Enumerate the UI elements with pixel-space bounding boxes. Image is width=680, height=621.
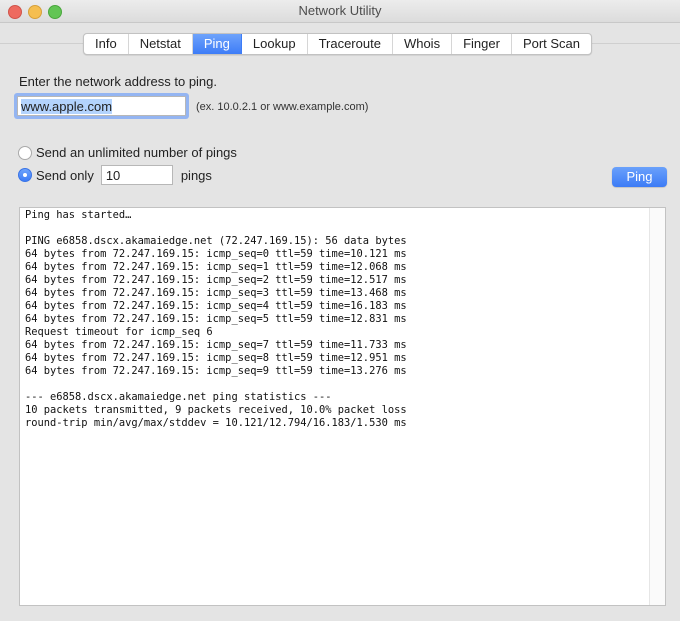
ping-count-input[interactable]: 10 [100,165,173,185]
output-line: 64 bytes from 72.247.169.15: icmp_seq=9 … [25,365,407,377]
unlimited-label: Send an unlimited number of pings [36,145,237,160]
output-line: 64 bytes from 72.247.169.15: icmp_seq=2 … [25,274,407,286]
unlimited-pings-option[interactable]: Send an unlimited number of pings [18,145,237,160]
output-line: 64 bytes from 72.247.169.15: icmp_seq=5 … [25,313,407,325]
tab-netstat[interactable]: Netstat [129,34,193,54]
tab-port-scan[interactable]: Port Scan [512,34,591,54]
output-line: 64 bytes from 72.247.169.15: icmp_seq=0 … [25,248,407,260]
output-scrollbar[interactable] [649,208,665,605]
address-input[interactable]: www.apple.com [17,96,186,116]
output-line: 10 packets transmitted, 9 packets receiv… [25,404,407,416]
address-value: www.apple.com [21,99,113,114]
output-line: 64 bytes from 72.247.169.15: icmp_seq=1 … [25,261,407,273]
output-text: Ping has started… PING e6858.dscx.akamai… [20,208,665,430]
tab-whois[interactable]: Whois [393,34,453,54]
output-line: Ping has started… [25,209,132,221]
output-line: PING e6858.dscx.akamaiedge.net (72.247.1… [25,235,407,247]
output-line: 64 bytes from 72.247.169.15: icmp_seq=8 … [25,352,407,364]
output-line: 64 bytes from 72.247.169.15: icmp_seq=3 … [25,287,407,299]
output-line: Request timeout for icmp_seq 6 [25,326,213,338]
send-only-radio[interactable] [18,168,32,182]
send-only-label: Send only [36,167,94,183]
window-title: Network Utility [298,3,382,18]
ping-output[interactable]: Ping has started… PING e6858.dscx.akamai… [19,207,666,606]
title-bar: Network Utility [0,0,680,23]
tab-traceroute[interactable]: Traceroute [308,34,393,54]
unlimited-radio[interactable] [18,145,32,160]
output-line: round-trip min/avg/max/stddev = 10.121/1… [25,417,407,429]
tab-finger[interactable]: Finger [452,34,512,54]
tab-ping[interactable]: Ping [192,34,242,54]
tab-bar: Info Netstat Ping Lookup Traceroute Whoi… [83,33,593,55]
output-line: 64 bytes from 72.247.169.15: icmp_seq=7 … [25,339,407,351]
send-only-option[interactable]: Send only 10 pings [18,165,212,185]
ping-button[interactable]: Ping [612,167,667,187]
address-prompt: Enter the network address to ping. [19,74,218,89]
tab-info[interactable]: Info [84,34,129,54]
output-line: 64 bytes from 72.247.169.15: icmp_seq=4 … [25,300,407,312]
output-line: --- e6858.dscx.akamaiedge.net ping stati… [25,391,332,403]
tab-lookup[interactable]: Lookup [242,34,308,54]
pings-suffix: pings [180,167,212,183]
address-hint: (ex. 10.0.2.1 or www.example.com) [196,101,369,113]
